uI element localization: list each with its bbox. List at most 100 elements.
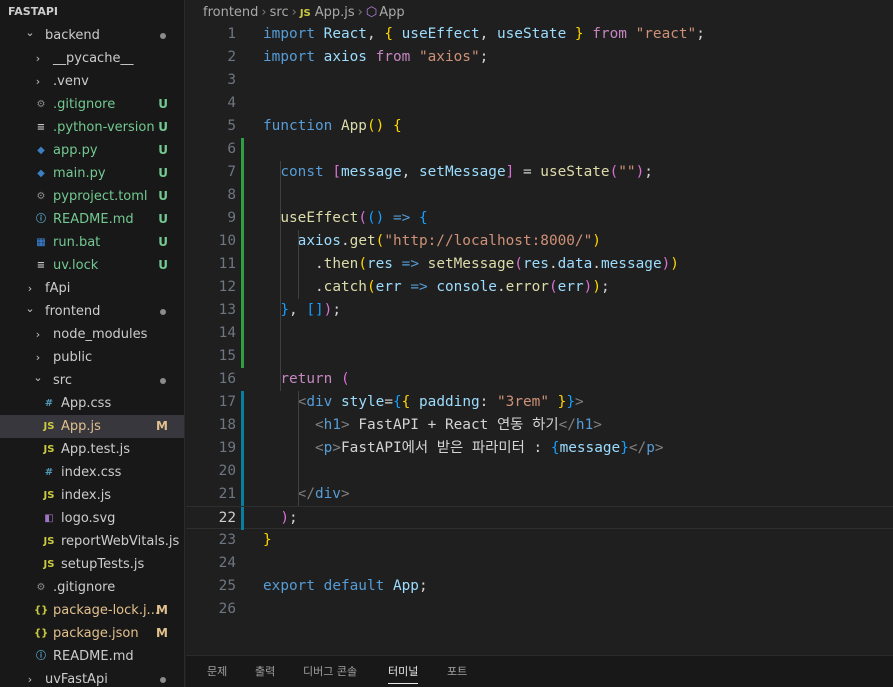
code-token: from bbox=[366, 49, 419, 65]
file-item[interactable]: JS index.js bbox=[0, 484, 184, 507]
code-line[interactable]: 24 bbox=[186, 552, 893, 575]
code-line[interactable]: 17 <div style={{ padding: "3rem" }}> bbox=[186, 391, 893, 414]
breadcrumb-item-frontend[interactable]: frontend bbox=[203, 5, 258, 20]
file-item[interactable]: ◆ main.py U bbox=[0, 162, 184, 185]
file-item[interactable]: ▦ run.bat U bbox=[0, 231, 184, 254]
code-line[interactable]: 10 axios.get("http://localhost:8000/") bbox=[186, 230, 893, 253]
code-token: : bbox=[479, 394, 497, 410]
code-text: }, []); bbox=[263, 299, 341, 322]
file-item[interactable]: # App.css bbox=[0, 392, 184, 415]
tree-item-label: frontend bbox=[45, 304, 101, 319]
code-line[interactable]: 13 }, []); bbox=[186, 299, 893, 322]
git-gutter-marker[interactable] bbox=[241, 460, 244, 483]
code-token: App bbox=[340, 118, 367, 134]
tree-item-label: .gitignore bbox=[53, 97, 116, 112]
git-gutter-marker[interactable] bbox=[241, 507, 244, 530]
git-gutter-marker[interactable] bbox=[241, 483, 244, 506]
folder-item[interactable]: › .venv bbox=[0, 70, 184, 93]
code-line[interactable]: 20 bbox=[186, 460, 893, 483]
file-item[interactable]: ≡ .python-version U bbox=[0, 116, 184, 139]
git-gutter-marker[interactable] bbox=[241, 299, 244, 322]
breadcrumb-item-file[interactable]: App.js bbox=[315, 5, 355, 20]
tree-item-label: main.py bbox=[53, 166, 106, 181]
code-line[interactable]: 26 bbox=[186, 598, 893, 621]
code-line[interactable]: 1 import React, { useEffect, useState } f… bbox=[186, 23, 893, 46]
breadcrumb-item-symbol[interactable]: App bbox=[379, 5, 404, 20]
code-line[interactable]: 6 bbox=[186, 138, 893, 161]
file-item[interactable]: # index.css bbox=[0, 461, 184, 484]
git-gutter-marker[interactable] bbox=[241, 184, 244, 207]
file-tree: ⌄ backend › __pycache__ › .venv ⚙ .gitignore U ≡.… bbox=[0, 24, 184, 687]
breadcrumb-item-src[interactable]: src bbox=[270, 5, 289, 20]
code-editor[interactable]: frontend › src › JS App.js › ⬡ App 1 import React… bbox=[186, 0, 893, 655]
file-item[interactable]: ◧ logo.svg bbox=[0, 507, 184, 530]
tab-ports[interactable]: 포트 bbox=[447, 656, 467, 687]
code-line[interactable]: 8 bbox=[186, 184, 893, 207]
code-line[interactable]: 7 const [message, setMessage] = useState… bbox=[186, 161, 893, 184]
code-line[interactable]: 16 return ( bbox=[186, 368, 893, 391]
folder-item[interactable]: ⌄ frontend bbox=[0, 300, 184, 323]
tab-terminal[interactable]: 터미널 bbox=[388, 656, 419, 687]
file-item[interactable]: JS reportWebVitals.js bbox=[0, 530, 184, 553]
code-line[interactable]: 3 bbox=[186, 69, 893, 92]
folder-item[interactable]: › uvFastApi bbox=[0, 668, 184, 687]
git-gutter-marker[interactable] bbox=[241, 276, 244, 299]
file-item[interactable]: {} package-lock.j... M bbox=[0, 599, 184, 622]
folder-item[interactable]: › public bbox=[0, 346, 184, 369]
line-number: 21 bbox=[218, 486, 236, 502]
git-gutter-marker[interactable] bbox=[241, 345, 244, 368]
tree-item-label: .python-version bbox=[53, 120, 155, 135]
file-item[interactable]: ⚙ .gitignore bbox=[0, 576, 184, 599]
code-line[interactable]: 11 .then(res => setMessage(res.data.mess… bbox=[186, 253, 893, 276]
code-line[interactable]: 18 <h1> FastAPI + React 연동 하기</h1> bbox=[186, 414, 893, 437]
line-number: 7 bbox=[227, 164, 236, 180]
code-token: ) bbox=[635, 164, 645, 180]
git-gutter-marker[interactable] bbox=[241, 437, 244, 460]
git-gutter-marker[interactable] bbox=[241, 230, 244, 253]
file-item[interactable]: ◆ app.py U bbox=[0, 139, 184, 162]
code-token: . bbox=[263, 279, 324, 295]
git-gutter-marker[interactable] bbox=[241, 207, 244, 230]
code-line[interactable]: 19 <p>FastAPI에서 받은 파라미터 : {message}</p> bbox=[186, 437, 893, 460]
file-item[interactable]: ⓘ README.md U bbox=[0, 208, 184, 231]
git-gutter-marker[interactable] bbox=[241, 322, 244, 345]
code-line[interactable]: 21 </div> bbox=[186, 483, 893, 506]
folder-item[interactable]: › node_modules bbox=[0, 323, 184, 346]
file-item[interactable]: ≡ uv.lock U bbox=[0, 254, 184, 277]
file-item[interactable]: JS App.js M bbox=[0, 415, 184, 438]
file-item[interactable]: ⚙ .gitignore U bbox=[0, 93, 184, 116]
code-line[interactable]: 22 ); bbox=[186, 506, 893, 530]
code-area[interactable]: 1 import React, { useEffect, useState } f… bbox=[186, 23, 893, 621]
code-line[interactable]: 2 import axios from "axios"; bbox=[186, 46, 893, 69]
code-line[interactable]: 4 bbox=[186, 92, 893, 115]
git-gutter-marker[interactable] bbox=[241, 138, 244, 161]
git-gutter-marker[interactable] bbox=[241, 391, 244, 414]
tab-debug-console[interactable]: 디버그 콘솔 bbox=[303, 656, 357, 687]
code-line[interactable]: 23} bbox=[186, 529, 893, 552]
tab-output[interactable]: 출력 bbox=[255, 656, 275, 687]
file-item[interactable]: {} package.json M bbox=[0, 622, 184, 645]
code-line[interactable]: 9 useEffect(() => { bbox=[186, 207, 893, 230]
tree-item-label: fApi bbox=[45, 281, 71, 296]
code-token: error bbox=[505, 279, 549, 295]
git-status-badge: U bbox=[158, 258, 168, 272]
folder-item[interactable]: › __pycache__ bbox=[0, 47, 184, 70]
file-item[interactable]: ⓘ README.md bbox=[0, 645, 184, 668]
code-token: ( bbox=[609, 164, 619, 180]
git-gutter-marker[interactable] bbox=[241, 414, 244, 437]
tab-problems[interactable]: 문제 bbox=[207, 656, 227, 687]
folder-item[interactable]: ⌄ src bbox=[0, 369, 184, 392]
file-item[interactable]: ⚙ pyproject.toml U bbox=[0, 185, 184, 208]
file-item[interactable]: JS setupTests.js bbox=[0, 553, 184, 576]
code-line[interactable]: 25 export default App; bbox=[186, 575, 893, 598]
code-line[interactable]: 5 function App() { bbox=[186, 115, 893, 138]
code-token: { bbox=[550, 440, 560, 456]
file-item[interactable]: JS App.test.js bbox=[0, 438, 184, 461]
code-token: axios bbox=[323, 49, 367, 65]
git-gutter-marker[interactable] bbox=[241, 161, 244, 184]
git-gutter-marker[interactable] bbox=[241, 253, 244, 276]
code-line[interactable]: 15 bbox=[186, 345, 893, 368]
code-line[interactable]: 12 .catch(err => console.error(err)); bbox=[186, 276, 893, 299]
folder-item[interactable]: ⌄ backend bbox=[0, 24, 184, 47]
code-line[interactable]: 14 bbox=[186, 322, 893, 345]
